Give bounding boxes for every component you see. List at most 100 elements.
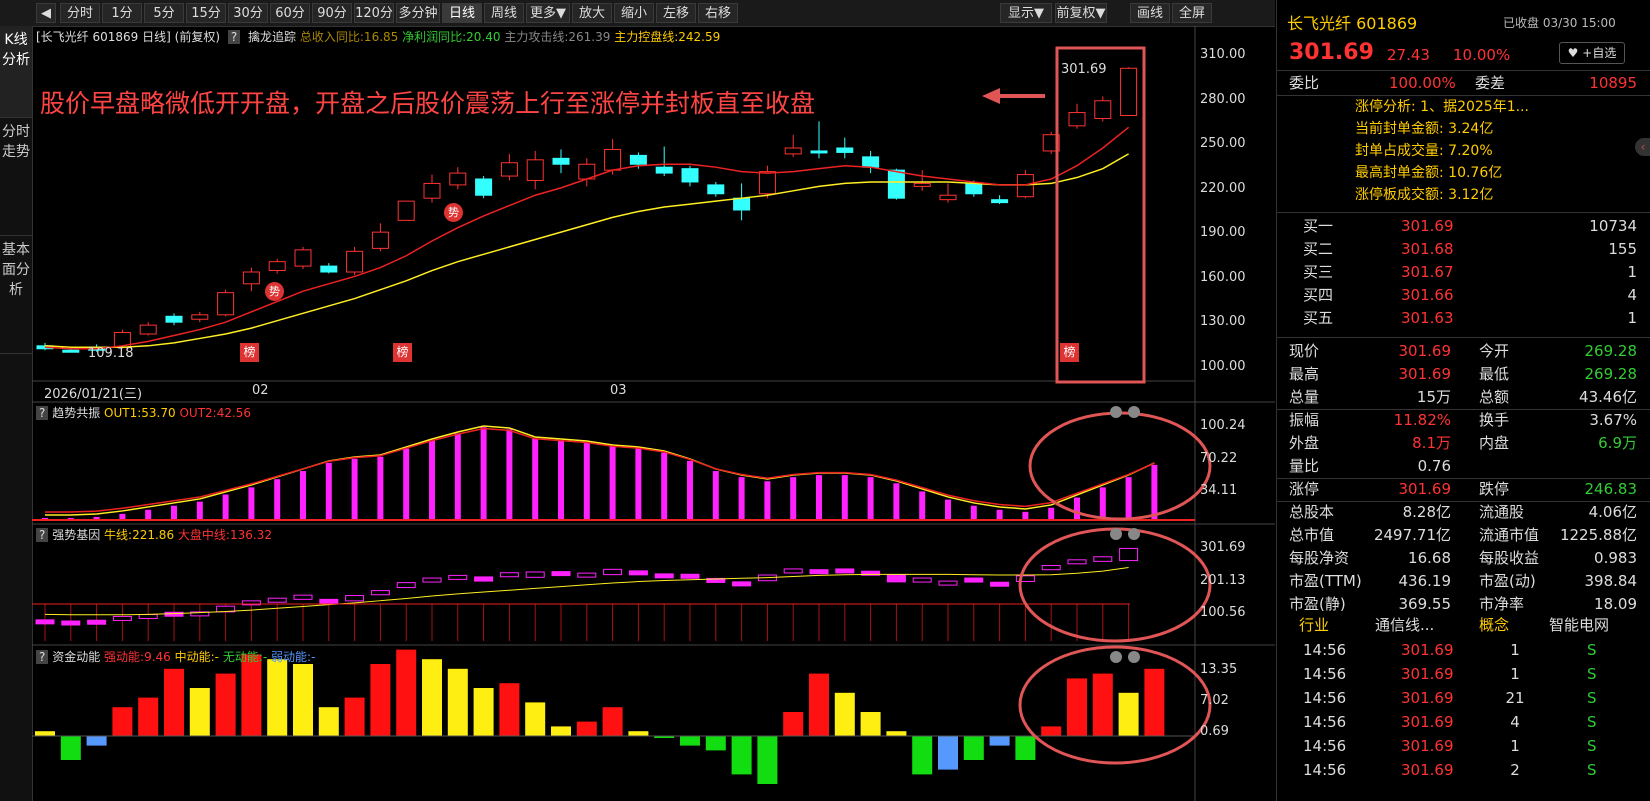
candle-body xyxy=(191,314,209,320)
momentum-bar xyxy=(86,736,107,746)
close-icon[interactable] xyxy=(1128,528,1140,540)
sub1-axis-mid: 70.22 xyxy=(1200,451,1238,466)
limit-analysis-line: 涨停分析: 1、据2025年1... xyxy=(1355,99,1529,115)
candle-body xyxy=(139,324,157,335)
sub1-out2: OUT2:42.56 xyxy=(179,406,252,420)
bang-badge[interactable]: 榜 xyxy=(393,343,412,362)
bang-badge[interactable]: 榜 xyxy=(1060,343,1079,362)
stat-value: 0.76 xyxy=(1417,457,1451,475)
sub3-none: 无动能:- xyxy=(222,650,268,664)
trend-badge[interactable]: 势 xyxy=(265,282,284,301)
resonance-bar xyxy=(790,477,797,520)
stat-label: 今开 xyxy=(1479,342,1510,360)
bid-row[interactable]: 买一 301.69 10734 xyxy=(1277,214,1650,238)
highlight-ellipse-3 xyxy=(1018,645,1212,765)
stat-label: 内盘 xyxy=(1479,434,1510,452)
sub2-axis-mid: 201.13 xyxy=(1200,573,1246,588)
help-icon[interactable]: ? xyxy=(36,650,49,664)
tick-volume: 4 xyxy=(1510,713,1520,731)
momentum-bar xyxy=(705,736,726,751)
info-tab[interactable]: 行业 xyxy=(1299,614,1329,635)
help-icon[interactable]: ? xyxy=(36,528,49,542)
bid-volume: 1 xyxy=(1627,263,1637,281)
candle-body xyxy=(1120,67,1138,117)
bid-label: 买三 xyxy=(1303,263,1334,281)
bid-row[interactable]: 买五 301.63 1 xyxy=(1277,306,1650,330)
resonance-bar xyxy=(532,438,539,520)
candle-body xyxy=(810,150,828,154)
resonance-bar xyxy=(429,440,435,520)
momentum-bar xyxy=(1015,736,1036,760)
momentum-bar xyxy=(422,659,442,736)
expand-icon[interactable]: ‹ xyxy=(1635,138,1650,156)
tick-volume: 1 xyxy=(1510,737,1520,755)
high-label: 301.69 xyxy=(1061,62,1107,77)
gear-icon[interactable] xyxy=(1110,406,1122,418)
bid-label: 买二 xyxy=(1303,240,1334,258)
tick-row: 14:56 301.69 4 S xyxy=(1277,710,1650,734)
bid-row[interactable]: 买四 301.66 4 xyxy=(1277,283,1650,307)
momentum-bar xyxy=(473,688,494,736)
bid-row[interactable]: 买二 301.68 155 xyxy=(1277,237,1650,261)
add-favorite-button[interactable]: ♥ +自选 xyxy=(1559,42,1625,64)
gene-box xyxy=(732,581,752,587)
stat-row: 市盈(静) 369.55 市净率 18.09 xyxy=(1277,592,1650,616)
gene-box xyxy=(990,581,1010,587)
price-axis-label: 310.00 xyxy=(1200,47,1246,62)
gear-icon[interactable] xyxy=(1110,651,1122,663)
gear-icon[interactable] xyxy=(1110,528,1122,540)
candle-body xyxy=(397,200,415,221)
bid-volume: 155 xyxy=(1608,240,1637,258)
close-icon[interactable] xyxy=(1128,651,1140,663)
gene-box xyxy=(61,620,81,626)
tick-volume: 1 xyxy=(1510,641,1520,659)
momentum-bar xyxy=(35,731,55,736)
bang-badge[interactable]: 榜 xyxy=(240,343,259,362)
sub3-strong: 强动能:9.46 xyxy=(104,650,171,664)
stat-label: 最高 xyxy=(1289,365,1320,383)
info-tab[interactable]: 通信线... xyxy=(1375,614,1434,635)
price-change-pct: 10.00% xyxy=(1453,46,1511,64)
resonance-bar xyxy=(480,427,487,520)
resonance-bar xyxy=(351,458,358,520)
candle-body xyxy=(423,182,441,199)
candle-body xyxy=(784,147,802,155)
price-axis-label: 130.00 xyxy=(1200,314,1246,329)
momentum-bar xyxy=(680,736,700,746)
limit-analysis-line: 最高封单金额: 10.76亿 xyxy=(1355,165,1503,181)
sub2-name: 强势基因 xyxy=(52,528,101,542)
resonance-bar xyxy=(661,452,668,520)
tick-time: 14:56 xyxy=(1303,761,1347,779)
resonance-bar xyxy=(1048,507,1055,520)
tick-row: 14:56 301.69 2 S xyxy=(1277,758,1650,782)
stat-value: 15万 xyxy=(1416,388,1451,406)
price-axis-label: 250.00 xyxy=(1200,136,1246,151)
tick-price: 301.69 xyxy=(1401,689,1454,707)
bid-row[interactable]: 买三 301.67 1 xyxy=(1277,260,1650,284)
trend-badge[interactable]: 势 xyxy=(444,203,463,222)
info-tab[interactable]: 智能电网 xyxy=(1549,614,1641,635)
resonance-bar xyxy=(274,479,281,520)
weibi-label: 委比 xyxy=(1289,74,1320,92)
stat-value: 0.983 xyxy=(1594,549,1637,567)
price-axis-label: 280.00 xyxy=(1200,91,1246,107)
gene-box xyxy=(551,571,571,577)
close-icon[interactable] xyxy=(1128,406,1140,418)
momentum-bar xyxy=(344,697,365,736)
stat-row: 最高 301.69 最低 269.28 xyxy=(1277,362,1650,386)
resonance-bar xyxy=(996,509,1003,520)
momentum-bar xyxy=(293,664,313,736)
stat-label: 跌停 xyxy=(1479,480,1510,498)
kline-chart[interactable] xyxy=(0,0,1275,801)
resonance-bar xyxy=(841,475,848,520)
bid-price: 301.68 xyxy=(1401,240,1454,258)
stat-value: 2497.71亿 xyxy=(1373,526,1451,544)
gene-box xyxy=(35,619,55,625)
gene-box xyxy=(680,573,700,579)
momentum-bar xyxy=(809,673,829,736)
candle-body xyxy=(604,148,622,171)
info-tab[interactable]: 概念 xyxy=(1479,614,1509,635)
help-icon[interactable]: ? xyxy=(36,406,49,420)
momentum-bar xyxy=(989,736,1010,746)
stat-row: 每股净资 16.68 每股收益 0.983 xyxy=(1277,546,1650,570)
